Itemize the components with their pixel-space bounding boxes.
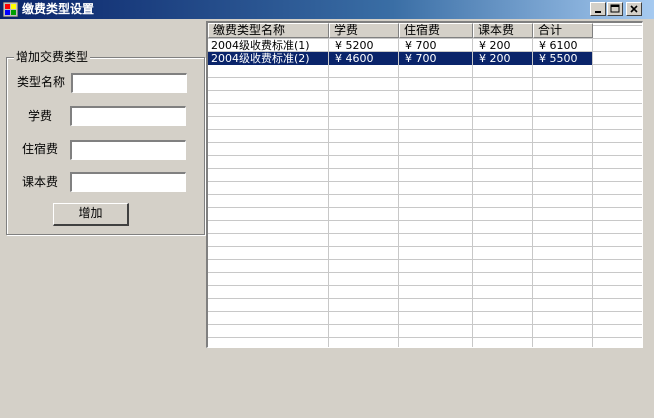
grid-header: 缴费类型名称 学费 住宿费 课本费 合计 [208, 23, 593, 38]
fee-type-grid[interactable]: 缴费类型名称 学费 住宿费 课本费 合计 2004级收费标准(1) ¥ 5200… [206, 21, 643, 348]
tuition-label: 学费 [28, 109, 53, 123]
accommodation-label: 住宿费 [22, 142, 59, 156]
textbook-input[interactable] [70, 172, 186, 192]
minimize-button[interactable] [590, 2, 606, 16]
cell-tuition: ¥ 4600 [329, 52, 399, 65]
minimize-icon [595, 11, 601, 13]
add-button[interactable]: 增加 [53, 203, 129, 226]
col-divider [532, 38, 533, 347]
column-header-name[interactable]: 缴费类型名称 [208, 23, 329, 38]
window-title: 缴费类型设置 [22, 2, 95, 16]
cell-name: 2004级收费标准(2) [208, 52, 329, 65]
table-row[interactable]: 2004级收费标准(2) ¥ 4600 ¥ 700 ¥ 200 ¥ 5500 [208, 52, 593, 65]
cell-accommodation: ¥ 700 [399, 39, 473, 52]
column-header-tuition[interactable]: 学费 [329, 23, 399, 38]
cell-total: ¥ 5500 [533, 52, 593, 65]
close-button[interactable] [626, 2, 642, 16]
textbook-label: 课本费 [22, 175, 59, 189]
column-header-accommodation[interactable]: 住宿费 [399, 23, 473, 38]
title-bar[interactable]: 缴费类型设置 [0, 0, 654, 19]
maximize-icon [610, 4, 620, 13]
maximize-button[interactable] [607, 2, 623, 16]
tuition-input[interactable] [70, 106, 186, 126]
app-icon [3, 2, 18, 17]
group-title: 增加交费类型 [14, 49, 91, 65]
cell-total: ¥ 6100 [533, 39, 593, 52]
col-divider [328, 38, 329, 347]
column-header-total[interactable]: 合计 [533, 23, 593, 38]
col-divider [472, 38, 473, 347]
cell-textbook: ¥ 200 [473, 39, 533, 52]
cell-name: 2004级收费标准(1) [208, 39, 329, 52]
col-divider [398, 38, 399, 347]
table-row[interactable]: 2004级收费标准(1) ¥ 5200 ¥ 700 ¥ 200 ¥ 6100 [208, 39, 593, 52]
grid-lines [208, 23, 642, 347]
col-divider [592, 38, 593, 347]
cell-tuition: ¥ 5200 [329, 39, 399, 52]
accommodation-input[interactable] [70, 140, 186, 160]
cell-accommodation: ¥ 700 [399, 52, 473, 65]
type-name-label: 类型名称 [17, 75, 66, 89]
close-icon [630, 5, 638, 13]
cell-textbook: ¥ 200 [473, 52, 533, 65]
type-name-input[interactable] [71, 73, 187, 93]
column-header-textbook[interactable]: 课本费 [473, 23, 533, 38]
